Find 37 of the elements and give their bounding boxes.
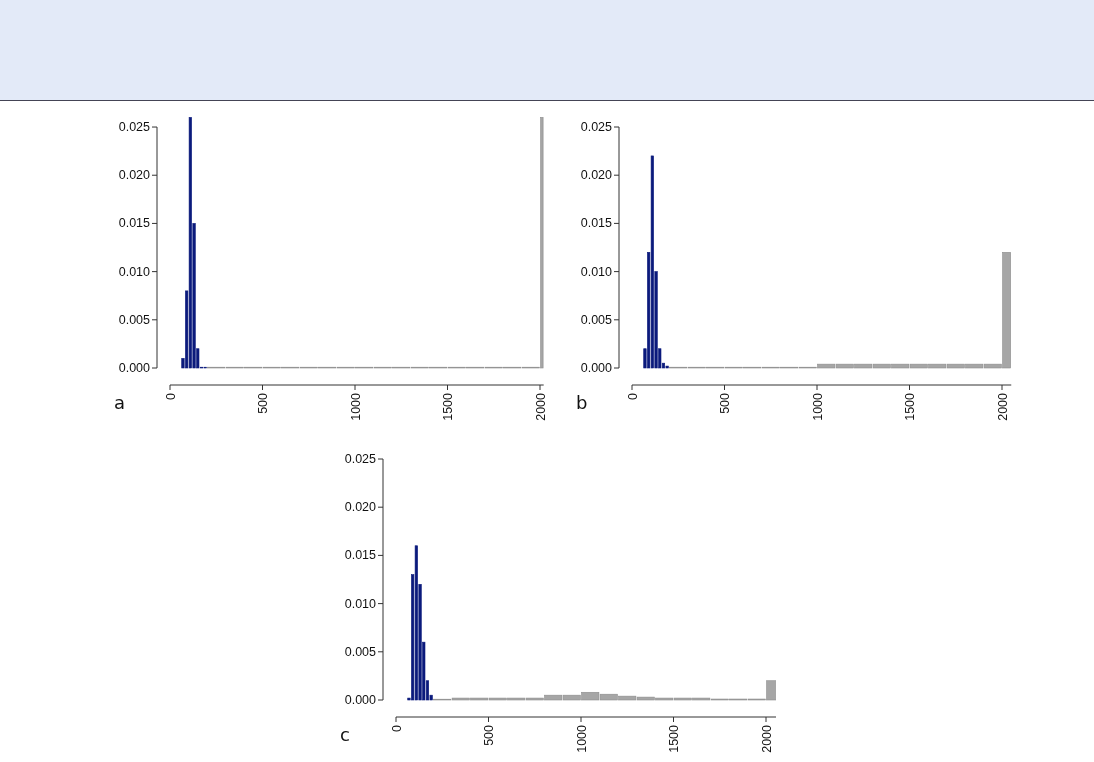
axis-tick-label: 0 [163, 393, 178, 400]
panel-label: c [340, 724, 350, 745]
axis-tick-label: 1500 [903, 393, 917, 421]
axis-tick-label: 0.000 [580, 361, 612, 375]
axis-tick-label: 1500 [441, 393, 455, 421]
axis-tick-label: 0.015 [118, 216, 150, 231]
axis-tick-label: 0 [625, 393, 640, 400]
axis-tick-label: 0.020 [580, 168, 612, 183]
histogram-bar [581, 692, 600, 701]
panel-label: a [114, 392, 126, 413]
axis-tick-label: 1000 [574, 725, 589, 753]
axis-tick-label: 1000 [810, 393, 825, 421]
axis-tick-label: 2000 [759, 725, 774, 753]
axis-tick-label: 0.010 [580, 264, 612, 279]
axis-tick-label: 1000 [348, 393, 363, 421]
axis-tick-label: 0.010 [344, 596, 376, 611]
axis-tick-label: 0 [389, 725, 404, 732]
axis-tick-label: 0.005 [344, 644, 376, 659]
axis-tick-label: 0.010 [118, 264, 150, 279]
axis-tick-label: 500 [256, 393, 270, 414]
axis-tick-label: 0.000 [344, 693, 376, 707]
axis-tick-label: 1500 [667, 725, 681, 753]
axis-tick-label: 500 [718, 393, 732, 414]
axis-tick-label: 0.015 [580, 216, 612, 231]
axis-tick-label: 0.000 [118, 361, 150, 375]
axis-tick-label: 0.025 [580, 120, 612, 134]
axis-tick-label: 0.025 [118, 120, 150, 135]
axis-tick-label: 0.005 [580, 312, 612, 327]
axis-tick-label: 0.025 [344, 452, 376, 466]
axis-tick-label: 500 [482, 725, 496, 746]
axis-tick-label: 2000 [995, 393, 1010, 421]
panel-label: b [576, 392, 588, 413]
axis-tick-label: 2000 [533, 393, 548, 421]
axis-tick-label: 0.020 [344, 500, 376, 515]
axis-tick-label: 0.015 [344, 548, 376, 563]
axis-tick-label: 0.020 [118, 168, 150, 183]
axis-tick-label: 0.005 [118, 312, 150, 327]
